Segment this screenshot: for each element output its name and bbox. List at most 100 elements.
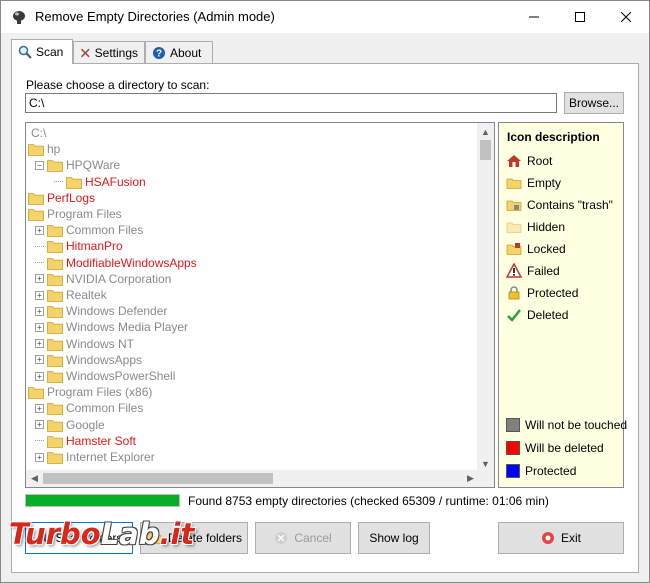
tools-icon	[80, 48, 90, 57]
expand-icon[interactable]: +	[35, 306, 44, 316]
tree-item[interactable]: − HPQWare	[35, 157, 120, 173]
expand-icon[interactable]: +	[35, 403, 44, 413]
legend-item-locked: Locked	[506, 241, 566, 257]
folder-icon	[47, 435, 63, 448]
tree-item[interactable]: HSAFusion	[54, 174, 146, 190]
tree-item-label: Common Files	[66, 223, 144, 238]
tree-item-label: Common Files	[66, 401, 144, 416]
tree-horizontal-thumb[interactable]	[43, 473, 273, 484]
tree-horizontal-scrollbar[interactable]: ◀ ▶	[26, 470, 479, 487]
directory-tree[interactable]: C:\ hp − HPQWare HSAFusion PerfLogs Program Fi…	[25, 122, 495, 488]
legend-item-deleted: Deleted	[506, 307, 568, 323]
padlock-icon	[508, 286, 520, 300]
folder-icon	[47, 224, 63, 238]
legend-label: Contains "trash"	[527, 198, 613, 212]
tree-item-label: WindowsPowerShell	[66, 369, 176, 383]
directory-input[interactable]	[25, 93, 557, 113]
scroll-left-icon[interactable]: ◀	[26, 470, 43, 487]
tree-item[interactable]: Program Files	[28, 206, 122, 222]
tree-item-label: PerfLogs	[47, 190, 96, 205]
turbolab-watermark-logo: TurboLab.it	[9, 511, 239, 557]
legend-item-empty: Empty	[506, 175, 561, 191]
browse-button[interactable]: Browse...	[564, 92, 624, 114]
collapse-icon[interactable]: −	[35, 160, 44, 170]
legend-color-protected: Protected	[506, 463, 576, 479]
tree-item[interactable]: + Common Files	[35, 222, 143, 238]
exit-label: Exit	[560, 531, 581, 545]
tree-item[interactable]: ModifiableWindowsApps	[35, 255, 197, 271]
tree-item-label: NVIDIA Corporation	[66, 271, 172, 286]
tree-item-label: Windows Defender	[66, 304, 168, 319]
legend-color-deleted: Will be deleted	[506, 440, 604, 456]
expand-icon[interactable]: +	[35, 420, 44, 430]
tab-scan-label: Scan	[36, 45, 64, 59]
tree-connector	[35, 262, 44, 264]
cancel-button[interactable]: Cancel	[255, 522, 351, 554]
tab-settings-label: Settings	[94, 45, 138, 60]
tree-item[interactable]: Hamster Soft	[35, 433, 136, 449]
expand-icon[interactable]: +	[35, 322, 44, 332]
tree-item[interactable]: + Windows NT	[35, 336, 134, 352]
tree-item[interactable]: + Windows Defender	[35, 303, 167, 319]
watermark-part-b: Lab	[100, 517, 160, 551]
legend-label: Empty	[527, 176, 562, 190]
tree-item[interactable]: + Common Files	[35, 400, 143, 416]
locked-folder-icon	[506, 243, 522, 255]
tree-item[interactable]: + WindowsApps	[35, 352, 142, 368]
expand-icon[interactable]: +	[35, 225, 44, 235]
tab-about-label: About	[170, 45, 202, 60]
legend-label: Failed	[527, 264, 560, 278]
folder-icon	[47, 338, 63, 351]
svg-text:?: ?	[156, 48, 162, 59]
folder-icon	[47, 419, 63, 432]
exit-button[interactable]: Exit	[498, 522, 624, 554]
tab-settings[interactable]: Settings	[73, 41, 145, 63]
show-log-button[interactable]: Show log	[358, 522, 430, 554]
tree-vertical-scrollbar[interactable]: ▲ ▼	[477, 123, 494, 472]
expand-icon[interactable]: +	[35, 355, 44, 365]
expand-icon[interactable]: +	[35, 452, 44, 462]
legend-item-root: Root	[506, 153, 552, 169]
tree-item[interactable]: + Realtek	[35, 287, 107, 303]
tree-item[interactable]: + WindowsPowerShell	[35, 368, 175, 384]
tree-item-label: HSAFusion	[85, 174, 146, 189]
trash-folder-icon	[506, 200, 522, 211]
expand-icon[interactable]: +	[35, 274, 44, 284]
legend-label: Root	[527, 154, 553, 168]
folder-icon	[28, 386, 44, 400]
tree-item-label: HPQWare	[66, 158, 121, 173]
tree-item-label: Internet Explorer	[66, 450, 155, 464]
tree-vertical-thumb[interactable]	[480, 140, 491, 160]
tree-item[interactable]: + Windows Media Player	[35, 319, 188, 335]
close-button[interactable]	[603, 1, 649, 33]
maximize-button[interactable]	[557, 1, 603, 33]
tree-item[interactable]: hp	[28, 141, 60, 157]
folder-icon	[47, 273, 63, 286]
tree-item[interactable]: + Internet Explorer	[35, 449, 155, 465]
legend-label: Hidden	[527, 220, 566, 234]
scroll-up-icon[interactable]: ▲	[477, 123, 494, 140]
tree-item[interactable]: C:\	[28, 125, 46, 141]
maximize-icon	[575, 12, 585, 22]
tree-item-label: WindowsApps	[66, 352, 143, 367]
tree-item[interactable]: HitmanPro	[35, 238, 123, 254]
tab-scan[interactable]: Scan	[11, 39, 73, 64]
tree-connector	[35, 440, 44, 442]
tree-item[interactable]: + NVIDIA Corporation	[35, 271, 171, 287]
title-bar[interactable]: Remove Empty Directories (Admin mode)	[1, 1, 649, 33]
legend-label: Locked	[527, 242, 566, 256]
root-house-icon	[507, 155, 521, 167]
tree-item-label: C:\	[31, 126, 47, 140]
expand-icon[interactable]: +	[35, 371, 44, 381]
tree-item[interactable]: Program Files (x86)	[28, 384, 152, 400]
expand-icon[interactable]: +	[35, 290, 44, 300]
tab-about[interactable]: ? About	[145, 41, 213, 63]
blue-swatch	[506, 464, 520, 478]
expand-icon[interactable]: +	[35, 339, 44, 349]
tree-item[interactable]: + Google	[35, 417, 105, 433]
tree-item[interactable]: PerfLogs	[28, 190, 95, 206]
tree-item-label: Hamster Soft	[66, 433, 137, 448]
legend-label: Will not be touched	[525, 418, 628, 432]
minimize-button[interactable]	[511, 1, 557, 33]
tree-item-label: Program Files (x86)	[47, 385, 153, 400]
